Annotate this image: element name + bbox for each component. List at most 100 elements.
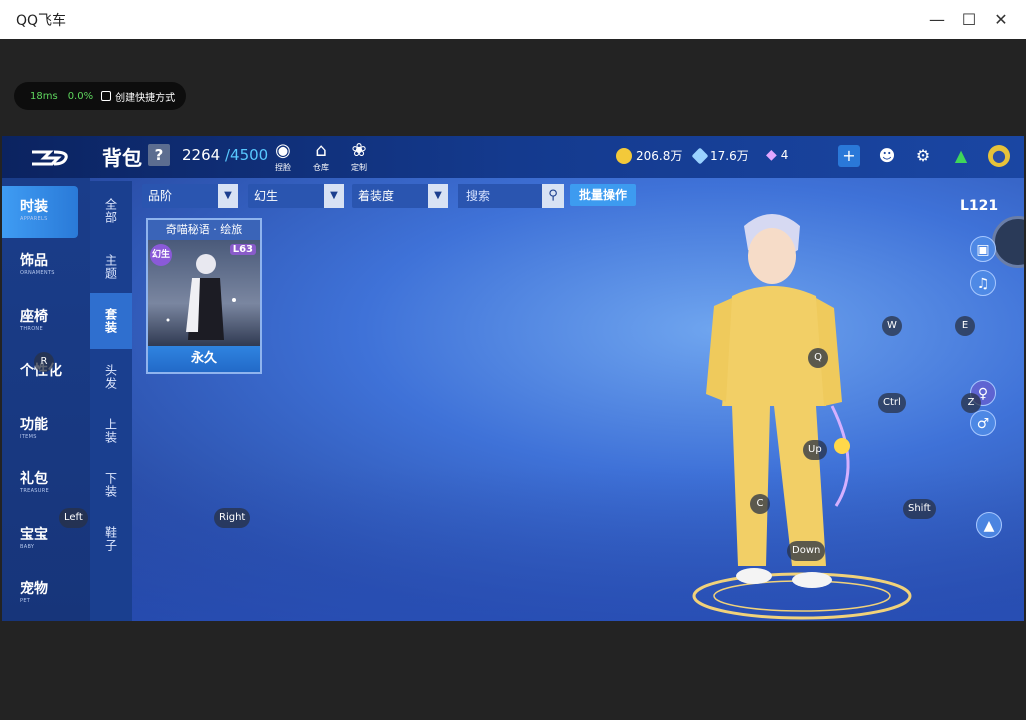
vehicle-icon[interactable]: ▣: [970, 236, 996, 262]
grade-filter-label: 品阶: [148, 189, 173, 203]
sidebar-item-label: 时装: [20, 199, 48, 215]
item-duration: 永久: [148, 346, 260, 372]
capacity-counter: 2264 /4500: [182, 146, 268, 164]
key-up-hint: Up: [803, 440, 827, 460]
tab-theme[interactable]: 主题: [90, 239, 132, 295]
wifi-signal-icon: ▲: [954, 146, 968, 165]
maximize-button[interactable]: ☐: [954, 6, 984, 32]
game-logo-icon: [32, 150, 68, 166]
coin-icon: [616, 147, 632, 164]
sidebar-item-apparel[interactable]: 时装 APPARELS: [2, 186, 78, 238]
diamond-balance: ◆ 4: [766, 147, 788, 163]
settings-gear-icon[interactable]: ⚙: [912, 145, 934, 167]
face-icon: ◉: [275, 140, 291, 161]
sidebar-item-ornaments[interactable]: 饰品 ORNAMENTS: [2, 240, 90, 292]
ticket-value: 17.6万: [710, 149, 749, 163]
warehouse-label: 仓库: [313, 163, 329, 172]
custom-button[interactable]: ❀ 定制: [344, 140, 374, 174]
item-level-badge: L63: [229, 244, 256, 255]
key-shift-hint: Shift: [903, 499, 936, 519]
key-left-hint: Left: [59, 508, 88, 528]
sidebar-item-treasure[interactable]: 礼包 TREASURE: [2, 458, 90, 510]
sidebar-item-label: 礼包: [20, 471, 48, 487]
diamond-icon: ◆: [766, 147, 777, 163]
tab-top[interactable]: 上装: [90, 403, 132, 459]
sidebar-item-label: 个性化: [20, 360, 90, 380]
sidebar-item-label: 宠物: [20, 581, 48, 597]
sidebar-item-label: 功能: [20, 417, 48, 433]
tab-bottom[interactable]: 下装: [90, 457, 132, 513]
diamond-value: 4: [780, 148, 789, 162]
chevron-down-icon: ▼: [428, 184, 448, 208]
avatar-icon[interactable]: ●: [988, 145, 1010, 167]
batch-operation-button[interactable]: 批量操作: [570, 184, 636, 206]
key-ctrl-hint: Ctrl: [878, 393, 906, 413]
ticket-icon: [691, 147, 709, 164]
chevron-down-icon: ▼: [218, 184, 238, 208]
key-down-hint: Down: [787, 541, 826, 561]
capacity-used: 2264: [182, 146, 221, 164]
search-input[interactable]: 搜索: [458, 184, 542, 208]
network-stats-bar: 18ms 0.0% 创建快捷方式: [14, 82, 186, 110]
sub-category-bar: 全部 主题 套装 头发 上装 下装 鞋子: [90, 181, 132, 621]
ticket-balance: 17.6万: [691, 147, 749, 164]
sidebar-item-sublabel: BABY: [20, 544, 35, 550]
sidebar-item-sublabel: APPARELS: [20, 216, 48, 222]
capacity-max: /4500: [224, 146, 269, 164]
custom-icon: ❀: [351, 140, 367, 161]
coin-value: 206.8万: [636, 149, 683, 163]
shortcut-icon: [101, 91, 112, 101]
male-gender-icon[interactable]: ♂: [970, 410, 996, 436]
face-edit-label: 捏脸: [275, 163, 291, 172]
item-name: 奇喵秘语 · 绘旅: [148, 220, 260, 240]
key-right-hint: Right: [214, 508, 251, 528]
sidebar-item-label: 座椅: [20, 309, 48, 325]
create-shortcut-button[interactable]: 创建快捷方式: [101, 89, 175, 104]
character-level: L121: [960, 198, 999, 214]
category-sidebar: 时装 APPARELS 饰品 ORNAMENTS 座椅 THRONE 个性化 功…: [2, 178, 90, 621]
help-button[interactable]: ?: [148, 144, 170, 166]
item-card[interactable]: 奇喵秘语 · 绘旅 幻生 L63 永久: [146, 218, 262, 374]
sidebar-item-sublabel: ORNAMENTS: [20, 270, 55, 276]
wear-filter-label: 着装度: [358, 189, 395, 203]
tab-shoes[interactable]: 鞋子: [90, 511, 132, 567]
page-title: 背包: [102, 146, 142, 170]
app-window: QQ飞车 — ☐ ✕ 18ms 0.0% 创建快捷方式 背包 ? 2264 /4…: [0, 0, 1026, 720]
tab-suit[interactable]: 套装: [90, 293, 132, 349]
rotate-handle-icon[interactable]: [992, 216, 1024, 268]
minimize-button[interactable]: —: [922, 6, 952, 32]
ping-value: 18ms: [30, 90, 58, 102]
warehouse-icon: ⌂: [315, 140, 327, 161]
fantasy-filter[interactable]: 幻生 ▼: [248, 184, 344, 208]
game-viewport: 背包 ? 2264 /4500 ◉ 捏脸 ⌂ 仓库 ❀ 定制 206.8万 17…: [2, 136, 1024, 621]
create-shortcut-label: 创建快捷方式: [115, 92, 176, 104]
grade-filter[interactable]: 品阶 ▼: [142, 184, 238, 208]
key-e-hint: E: [955, 316, 975, 336]
face-edit-button[interactable]: ◉ 捏脸: [268, 140, 298, 174]
friends-icon[interactable]: ☻: [876, 145, 898, 167]
chevron-down-icon: ▼: [324, 184, 344, 208]
add-button[interactable]: +: [838, 145, 860, 167]
sidebar-item-pet[interactable]: 宠物 PET: [2, 568, 90, 620]
top-bar: 背包 ? 2264 /4500 ◉ 捏脸 ⌂ 仓库 ❀ 定制 206.8万 17…: [2, 136, 1024, 178]
fantasy-filter-label: 幻生: [254, 189, 279, 203]
custom-label: 定制: [351, 163, 367, 172]
fantasy-tag-badge: 幻生: [150, 244, 172, 266]
sidebar-item-throne[interactable]: 座椅 THRONE: [2, 296, 90, 348]
warehouse-button[interactable]: ⌂ 仓库: [306, 140, 336, 174]
key-w-hint: W: [882, 316, 902, 336]
sidebar-item-sublabel: THRONE: [20, 326, 43, 332]
wear-filter[interactable]: 着装度 ▼: [352, 184, 448, 208]
music-icon[interactable]: ♫: [970, 270, 996, 296]
wardrobe-icon[interactable]: ▲: [976, 512, 1002, 538]
key-r-hint: R: [34, 352, 54, 372]
tab-all[interactable]: 全部: [90, 183, 132, 239]
sidebar-item-sublabel: TREASURE: [20, 488, 49, 494]
window-title: QQ飞车: [16, 13, 67, 29]
tab-hair[interactable]: 头发: [90, 349, 132, 405]
search-icon[interactable]: ⚲: [542, 184, 564, 208]
close-button[interactable]: ✕: [986, 6, 1016, 32]
key-q-hint: Q: [808, 348, 828, 368]
sidebar-item-sublabel: PET: [20, 598, 31, 604]
sidebar-item-items[interactable]: 功能 ITEMS: [2, 404, 90, 456]
